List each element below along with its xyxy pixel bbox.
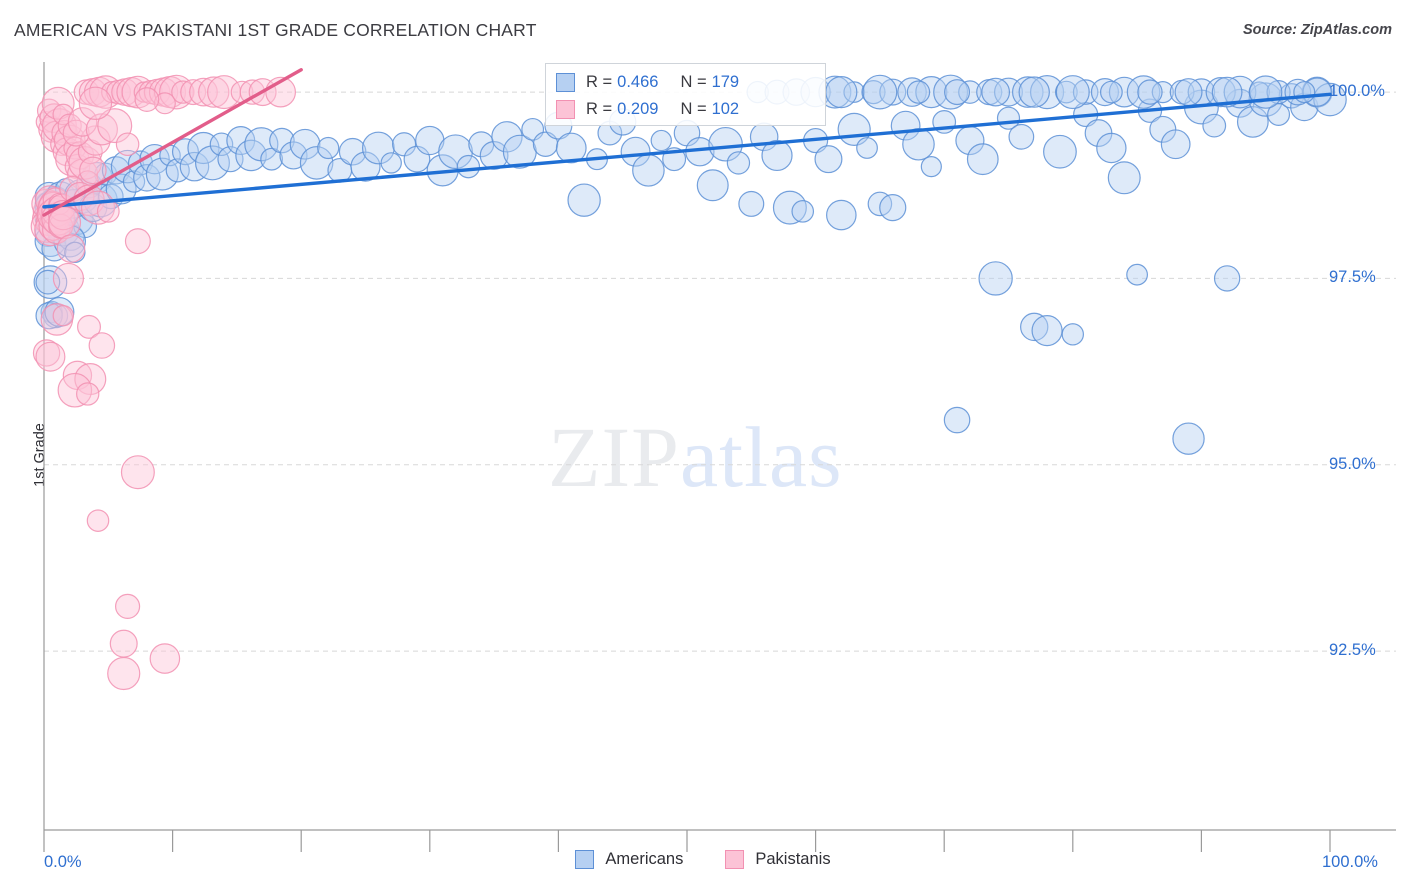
series-label-americans: Americans xyxy=(605,850,684,868)
legend-swatch-americans xyxy=(556,73,575,92)
data-point xyxy=(1043,134,1077,169)
r-value-americans: 0.466 xyxy=(617,73,659,91)
data-point xyxy=(1126,263,1148,286)
data-point xyxy=(1008,123,1035,150)
data-point xyxy=(115,132,140,157)
data-point xyxy=(1160,129,1191,160)
series-legend: Americans Pakistanis xyxy=(0,850,1406,869)
legend-swatch-pakistanis xyxy=(556,100,575,119)
data-point xyxy=(943,406,971,434)
n-label-americans: N = xyxy=(680,73,707,91)
stats-legend: R = 0.466 N = 179 R = 0.209 N = 102 xyxy=(545,63,826,126)
y-tick-label-92-5: 92.5% xyxy=(1329,641,1376,660)
data-point xyxy=(109,629,138,658)
data-point xyxy=(920,156,942,178)
data-point xyxy=(944,79,971,106)
r-label-pakistanis: R = xyxy=(586,100,613,118)
correlation-chart: AMERICAN VS PAKISTANI 1ST GRADE CORRELAT… xyxy=(0,0,1406,892)
data-point xyxy=(567,183,601,217)
data-point xyxy=(696,169,729,202)
data-point xyxy=(107,656,141,691)
data-point xyxy=(1107,161,1141,195)
data-point xyxy=(1174,78,1203,107)
data-point xyxy=(114,593,141,619)
data-point xyxy=(726,151,751,175)
data-point xyxy=(56,234,86,263)
data-point xyxy=(906,80,931,104)
data-point xyxy=(825,75,858,109)
n-value-pakistanis: 102 xyxy=(711,100,740,118)
data-point xyxy=(856,137,878,159)
series-label-pakistanis: Pakistanis xyxy=(755,850,831,868)
data-point xyxy=(96,199,120,223)
data-point xyxy=(52,305,74,327)
data-point xyxy=(1055,75,1090,110)
data-point xyxy=(1031,315,1063,347)
data-point xyxy=(1172,422,1205,455)
data-point xyxy=(791,200,815,223)
data-point xyxy=(1213,265,1241,292)
series-swatch-americans xyxy=(575,850,595,869)
stats-legend-row-americans: R = 0.466 N = 179 xyxy=(556,69,815,96)
data-point xyxy=(978,261,1013,296)
data-point xyxy=(86,509,110,532)
data-point xyxy=(1293,81,1316,104)
data-point xyxy=(1018,76,1050,108)
data-point xyxy=(134,87,160,112)
data-point xyxy=(124,228,151,255)
data-point xyxy=(862,74,898,110)
data-point xyxy=(317,136,340,160)
data-point xyxy=(632,154,665,187)
series-swatch-pakistanis xyxy=(725,850,745,869)
data-point xyxy=(78,86,113,120)
series-legend-item-americans[interactable]: Americans xyxy=(575,850,683,869)
data-point xyxy=(456,154,481,179)
data-point xyxy=(149,643,181,674)
data-point xyxy=(902,127,935,161)
series-points-americans xyxy=(33,74,1347,455)
data-point xyxy=(738,190,765,217)
data-point xyxy=(79,156,107,185)
data-point xyxy=(1099,80,1123,104)
y-tick-label-95: 95.0% xyxy=(1329,454,1376,473)
data-point xyxy=(120,455,155,490)
n-label-pakistanis: N = xyxy=(680,100,707,118)
data-point xyxy=(52,262,85,295)
data-point xyxy=(879,194,907,222)
plot-area xyxy=(30,62,1396,852)
data-point xyxy=(966,143,999,176)
data-point xyxy=(88,332,116,359)
series-legend-item-pakistanis[interactable]: Pakistanis xyxy=(725,850,831,869)
data-point xyxy=(1137,79,1163,105)
n-value-americans: 179 xyxy=(711,73,740,91)
data-point xyxy=(1202,113,1227,138)
data-point xyxy=(1061,323,1085,346)
stats-legend-row-pakistanis: R = 0.209 N = 102 xyxy=(556,96,815,123)
data-point xyxy=(981,77,1011,107)
data-point xyxy=(814,145,843,174)
data-point xyxy=(1096,132,1127,164)
data-point xyxy=(35,341,66,372)
data-point xyxy=(826,199,857,231)
data-point xyxy=(650,129,672,152)
data-point xyxy=(1248,75,1283,109)
r-value-pakistanis: 0.209 xyxy=(617,100,659,118)
y-tick-label-100: 100.0% xyxy=(1329,82,1385,101)
r-label-americans: R = xyxy=(586,73,613,91)
data-point xyxy=(380,152,402,174)
data-point xyxy=(76,382,100,406)
y-tick-label-97-5: 97.5% xyxy=(1329,268,1376,287)
